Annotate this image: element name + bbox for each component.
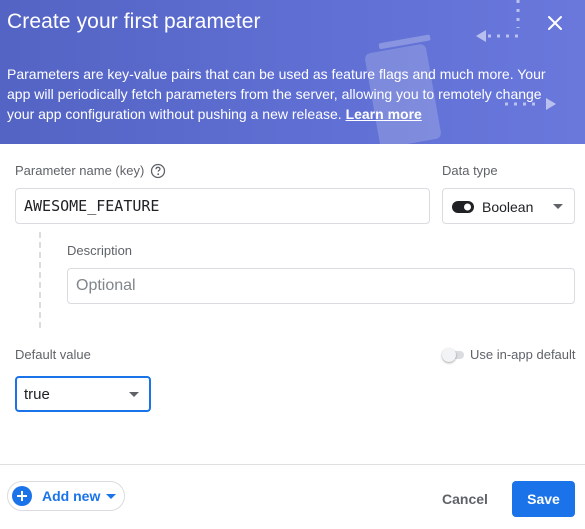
add-new-label: Add new	[42, 488, 101, 504]
chevron-down-icon	[106, 494, 116, 499]
chevron-down-icon	[553, 204, 563, 209]
cancel-button[interactable]: Cancel	[433, 483, 497, 515]
toggle-knob	[442, 347, 456, 362]
learn-more-link[interactable]: Learn more	[346, 106, 422, 122]
data-type-label: Data type	[442, 163, 498, 178]
dialog-title: Create your first parameter	[7, 10, 261, 33]
data-type-value: Boolean	[482, 199, 534, 215]
add-new-button[interactable]: Add new	[7, 481, 125, 511]
chevron-down-icon	[129, 392, 139, 397]
description-placeholder: Optional	[76, 277, 136, 294]
save-button[interactable]: Save	[512, 481, 575, 517]
add-circle-icon	[12, 486, 32, 506]
param-name-label: Parameter name (key)	[15, 163, 145, 178]
default-value-select[interactable]: true	[15, 376, 151, 412]
intro-body: Parameters are key-value pairs that can …	[7, 66, 546, 122]
description-indent-line	[39, 232, 41, 328]
close-button[interactable]	[541, 9, 569, 37]
close-icon	[548, 16, 562, 30]
param-name-input[interactable]: AWESOME_FEATURE	[15, 188, 430, 224]
description-input[interactable]: Optional	[67, 268, 575, 304]
use-inapp-default-label: Use in-app default	[470, 347, 576, 362]
intro-text: Parameters are key-value pairs that can …	[7, 64, 567, 124]
description-label: Description	[67, 243, 133, 258]
use-inapp-default-toggle[interactable]: Use in-app default	[442, 347, 576, 362]
dialog-header: Create your first parameter Parameters a…	[0, 0, 585, 144]
default-value-text: true	[24, 386, 50, 403]
toggle-switch[interactable]	[442, 347, 464, 362]
help-circle-icon[interactable]	[150, 163, 166, 179]
footer-divider	[0, 464, 585, 465]
data-type-select[interactable]: Boolean	[442, 188, 575, 224]
default-value-label: Default value	[15, 347, 91, 362]
toggle-icon	[452, 201, 474, 213]
